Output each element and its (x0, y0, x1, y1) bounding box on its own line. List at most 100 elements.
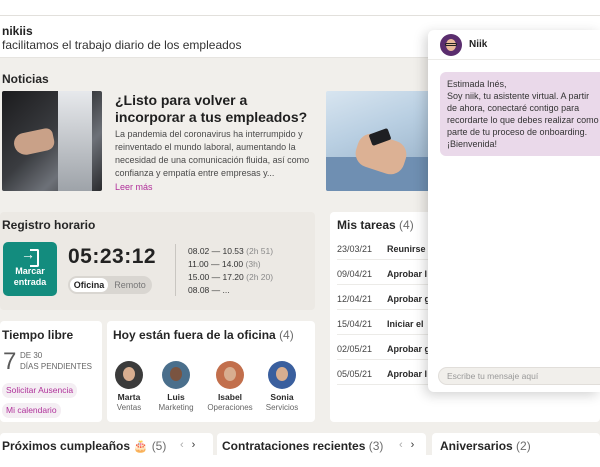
task-date: 09/04/21 (337, 269, 373, 279)
person-card[interactable]: Luis Marketing (150, 361, 202, 412)
birthdays-count: (5) (151, 439, 167, 453)
task-row[interactable]: 02/05/21 Aprobar g (337, 340, 437, 360)
pending-days-caption: DÍAS PENDIENTES (20, 362, 93, 371)
time-range: 08.08 — ... (188, 285, 230, 295)
avatar-face (123, 367, 135, 381)
time-range: 11.00 — 14.00 (188, 259, 244, 269)
time-off-title: Tiempo libre (2, 328, 74, 342)
avatar (216, 361, 244, 389)
mode-office-option[interactable]: Oficina (70, 278, 108, 292)
chat-message-line: Estimada Inés, (447, 79, 507, 89)
task-name: Reunirse (387, 244, 426, 254)
task-row[interactable]: 05/05/21 Aprobar l (337, 365, 437, 385)
recent-hires-count: (3) (368, 439, 384, 453)
out-of-office-count: (4) (279, 328, 294, 342)
time-log-entry: 11.00 — 14.00 (3h) (188, 258, 273, 271)
recent-hires-card: Contrataciones recientes (3) ‹ › (217, 433, 426, 455)
news-headline[interactable]: ¿Listo para volver a incorporar a tus em… (115, 92, 315, 126)
person-department: Operaciones (207, 403, 253, 412)
person-card[interactable]: Marta Ventas (103, 361, 155, 412)
news-section: Noticias ¿Listo para volver a incorporar… (0, 66, 430, 202)
news-image-shirt (58, 91, 92, 191)
chat-message-input[interactable]: Escribe tu mensaje aquí (438, 367, 600, 385)
chat-message-bubble: Estimada Inés, Soy niik, tu asistente vi… (440, 72, 600, 156)
time-tracking-card: Registro horario Marcar entrada 05:23:12… (0, 212, 315, 310)
work-mode-toggle[interactable]: Oficina Remoto (68, 276, 152, 294)
person-card[interactable]: Sonia Servicios (256, 361, 308, 412)
person-department: Servicios (265, 403, 299, 412)
time-log-entry: 15.00 — 17.20 (2h 20) (188, 271, 273, 284)
anniversaries-count: (2) (516, 439, 531, 453)
task-date: 23/03/21 (337, 244, 373, 254)
time-log-entry: 08.02 — 10.53 (2h 51) (188, 245, 273, 258)
birthdays-title: Próximos cumpleaños 🎂 (5) (2, 439, 166, 453)
chevron-left-icon[interactable]: ‹ (399, 439, 403, 451)
bot-avatar (440, 34, 462, 56)
cake-icon: 🎂 (133, 439, 149, 453)
task-date: 05/05/21 (337, 369, 373, 379)
avatar (115, 361, 143, 389)
task-name: Aprobar l (387, 369, 428, 379)
time-tracking-title: Registro horario (2, 218, 96, 232)
chat-message-line: recordarte lo que debes realizar como (447, 115, 599, 125)
chevron-left-icon[interactable]: ‹ (180, 439, 184, 451)
task-name: Aprobar g (387, 294, 431, 304)
time-duration: (3h) (245, 259, 261, 269)
news-image-handshake[interactable] (2, 91, 102, 191)
time-log-entry: 08.08 — ... (188, 284, 273, 297)
task-row[interactable]: 15/04/21 Iniciar el (337, 315, 437, 335)
brand-tagline: facilitamos el trabajo diario de los emp… (2, 38, 242, 52)
chat-message-line: ¡Bienvenida! (447, 139, 498, 149)
anniversaries-title-text: Aniversarios (440, 439, 513, 453)
task-row[interactable]: 09/04/21 Aprobar l (337, 265, 437, 285)
divider (175, 244, 176, 296)
avatar (268, 361, 296, 389)
chat-message-line: parte de tu proceso de onboarding. (447, 127, 588, 137)
my-calendar-button[interactable]: Mi calendario (2, 403, 61, 418)
request-absence-button[interactable]: Solicitar Ausencia (2, 383, 78, 398)
time-duration: (2h 20) (246, 272, 274, 282)
bot-avatar-glasses (445, 43, 457, 46)
avatar-face (276, 367, 288, 381)
task-name: Iniciar el (387, 319, 424, 329)
birthdays-nav: ‹ › (180, 439, 195, 451)
pending-days-label: DE 30 DÍAS PENDIENTES (20, 350, 92, 372)
time-range: 08.02 — 10.53 (188, 246, 244, 256)
person-name: Sonia (270, 392, 294, 402)
person-name: Marta (117, 392, 141, 402)
tasks-count: (4) (399, 218, 414, 232)
task-date: 15/04/21 (337, 319, 373, 329)
avatar-face (224, 367, 236, 381)
out-of-office-title: Hoy están fuera de la oficina (4) (113, 328, 294, 342)
time-log: 08.02 — 10.53 (2h 51) 11.00 — 14.00 (3h)… (188, 245, 273, 297)
recent-hires-nav: ‹ › (399, 439, 414, 451)
recent-hires-title: Contrataciones recientes (3) (222, 439, 383, 453)
mode-remote-option[interactable]: Remoto (110, 278, 150, 292)
person-card[interactable]: Isabel Operaciones (204, 361, 256, 412)
person-department: Ventas (116, 403, 142, 412)
task-date: 12/04/21 (337, 294, 373, 304)
birthdays-title-text: Próximos cumpleaños (2, 439, 131, 453)
login-icon (21, 246, 39, 267)
clock-in-button[interactable]: Marcar entrada (3, 242, 57, 296)
time-off-card: Tiempo libre 7 DE 30 DÍAS PENDIENTES Sol… (0, 321, 102, 422)
avatar (162, 361, 190, 389)
read-more-link[interactable]: Leer más (115, 182, 153, 192)
news-image-phone[interactable] (326, 91, 430, 191)
out-of-office-card: Hoy están fuera de la oficina (4) Marta … (107, 321, 315, 422)
task-name: Aprobar g (387, 344, 431, 354)
tasks-title-text: Mis tareas (337, 218, 396, 232)
task-date: 02/05/21 (337, 344, 373, 354)
out-of-office-title-text: Hoy están fuera de la oficina (113, 328, 276, 342)
task-row[interactable]: 12/04/21 Aprobar g (337, 290, 437, 310)
chevron-right-icon[interactable]: › (411, 439, 415, 451)
chevron-right-icon[interactable]: › (192, 439, 196, 451)
task-row[interactable]: 23/03/21 Reunirse (337, 240, 437, 260)
task-name: Aprobar l (387, 269, 428, 279)
tasks-title: Mis tareas (4) (337, 218, 414, 232)
birthdays-card: Próximos cumpleaños 🎂 (5) ‹ › (0, 433, 213, 455)
person-name: Isabel (217, 392, 243, 402)
elapsed-timer: 05:23:12 (68, 245, 157, 268)
anniversaries-title: Aniversarios (2) (440, 439, 531, 453)
anniversaries-card: Aniversarios (2) (432, 433, 600, 455)
